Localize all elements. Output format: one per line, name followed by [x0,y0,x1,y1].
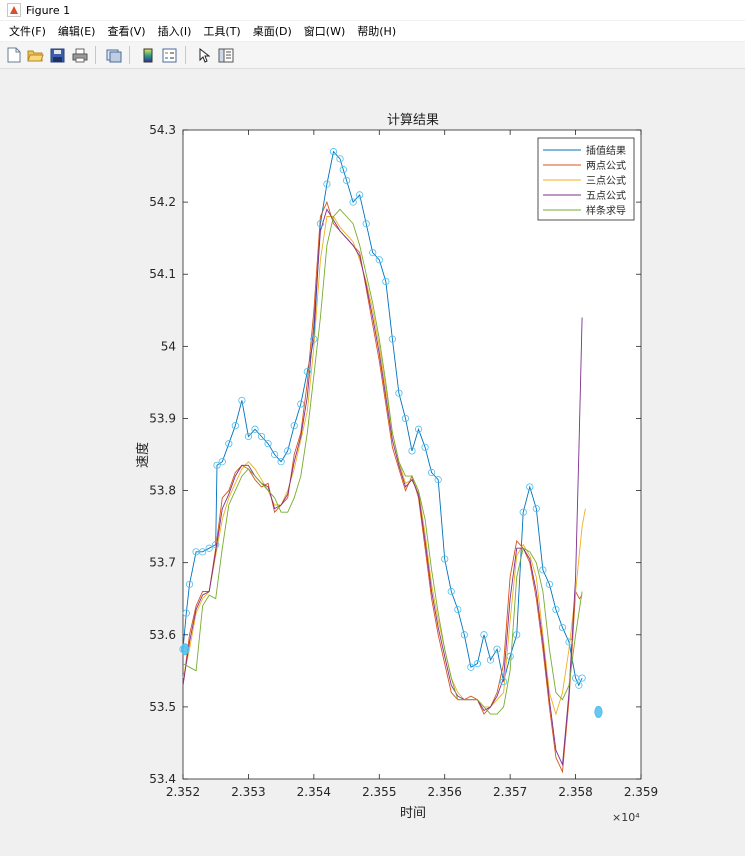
new-figure-icon[interactable] [5,47,22,64]
link-plot-icon[interactable] [105,47,122,64]
y-tick-label: 54 [161,339,176,353]
axes-frame [182,129,642,780]
pointer-icon[interactable] [195,47,212,64]
x-tick-label: 2.358 [558,785,592,799]
chart-title: 计算结果 [387,113,439,128]
print-icon[interactable] [71,47,88,64]
x-axis-label: 时间 [400,806,426,821]
y-tick-label: 53.6 [149,628,176,642]
y-axis-label: 速度 [135,442,151,468]
menu-view[interactable]: 查看(V) [101,23,151,39]
line-chart[interactable]: 2.352 2.353 2.354 2.355 2.356 2.357 2.358 2.359… [0,69,745,852]
y-tick-label: 53.4 [149,772,176,786]
window-titlebar: Figure 1 [0,0,745,20]
matlab-app-icon [7,3,21,17]
legend-entry-label: 样条求导 [586,204,626,217]
save-icon[interactable] [49,47,66,64]
toolbar-separator [129,46,130,64]
menu-file[interactable]: 文件(F) [0,23,52,39]
open-folder-icon[interactable] [27,47,44,64]
legend-entry-label: 两点公式 [586,159,626,172]
menu-help[interactable]: 帮助(H) [351,23,402,39]
legend-entry-label: 五点公式 [586,189,626,202]
toolbar-separator [95,46,96,64]
property-editor-icon[interactable] [217,47,234,64]
x-tick-label: 2.352 [166,785,200,799]
plot-area [182,129,642,780]
y-tick-label: 53.8 [149,484,176,498]
x-tick-label: 2.354 [297,785,331,799]
x-tick-label: 2.359 [624,785,658,799]
x-tick-label: 2.355 [362,785,396,799]
x-tick-label: 2.353 [231,785,265,799]
x-axis-exponent: ×10⁴ [612,811,640,824]
legend-icon[interactable] [161,47,178,64]
y-tick-label: 53.5 [149,700,176,714]
menu-window[interactable]: 窗口(W) [298,23,351,39]
y-tick-label: 53.7 [149,556,176,570]
y-tick-label: 54.3 [149,123,176,137]
legend: 插值结果两点公式三点公式五点公式样条求导 [537,137,635,221]
menu-bar: 文件(F) 编辑(E) 查看(V) 插入(I) 工具(T) 桌面(D) 窗口(W) 帮助(H) [0,21,745,41]
y-tick-label: 54.1 [149,267,176,281]
menu-desktop[interactable]: 桌面(D) [247,23,298,39]
x-tick-label: 2.357 [493,785,527,799]
legend-entry-label: 三点公式 [586,174,626,187]
window-title: Figure 1 [26,3,71,17]
data-point [180,643,190,656]
y-tick-label: 54.2 [149,195,176,209]
y-tick-label: 53.9 [149,411,176,425]
figure-toolbar [0,42,745,69]
toolbar-separator [185,46,186,64]
menu-tools[interactable]: 工具(T) [197,23,246,39]
legend-entry-label: 插值结果 [586,144,626,157]
x-tick-label: 2.356 [428,785,462,799]
data-point [594,705,603,718]
figure-canvas: 2.352 2.353 2.354 2.355 2.356 2.357 2.358 2.359… [0,69,745,852]
menu-insert[interactable]: 插入(I) [152,23,198,39]
menu-edit[interactable]: 编辑(E) [52,23,102,39]
colorbar-icon[interactable] [139,47,156,64]
